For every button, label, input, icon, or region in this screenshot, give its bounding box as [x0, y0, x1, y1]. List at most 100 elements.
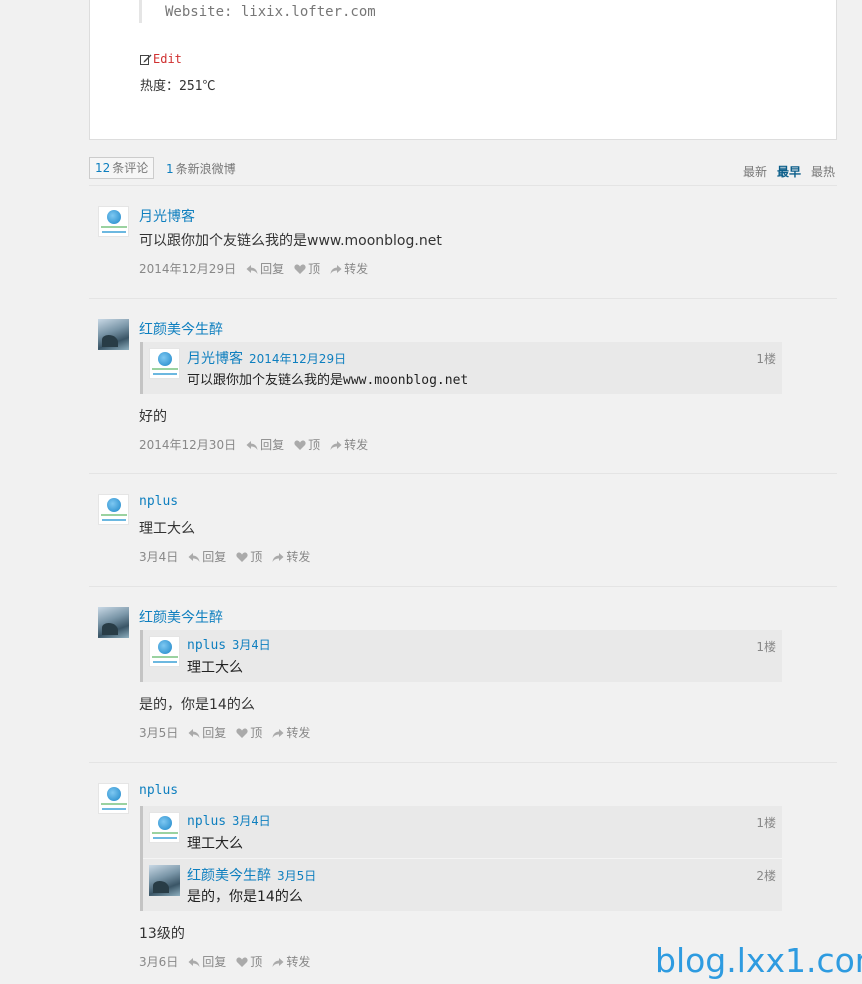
watermark: blog.lxx1.com	[655, 941, 862, 980]
comment-item: 月光博客 可以跟你加个友链么我的是www.moonblog.net 2014年1…	[89, 186, 837, 299]
forward-button[interactable]: 转发	[272, 724, 310, 741]
comment-item: 红颜美今生醉 月光博客 2014年12月29日 可以跟你加个友链么我的是www.m…	[89, 299, 837, 474]
quoted-author[interactable]: 月光博客 2014年12月29日	[187, 348, 346, 368]
quoted-author-name: 红颜美今生醉	[187, 868, 271, 884]
forward-label: 转发	[286, 955, 311, 969]
quoted-text: 理工大么	[187, 660, 243, 676]
comment-meta: 3月6日 回复 顶 转发	[139, 953, 310, 970]
avatar[interactable]	[98, 607, 129, 638]
avatar[interactable]	[98, 319, 129, 350]
like-label: 顶	[308, 262, 321, 276]
reply-button[interactable]: 回复	[188, 953, 226, 970]
tab-weibo[interactable]: 1 条新浪微博	[166, 160, 236, 177]
reply-label: 回复	[202, 726, 227, 740]
comment-date: 2014年12月30日	[139, 438, 237, 452]
quoted-date: 3月4日	[232, 638, 271, 652]
like-label: 顶	[250, 550, 263, 564]
like-button[interactable]: 顶	[294, 260, 320, 277]
forward-button[interactable]: 转发	[330, 436, 368, 453]
website-text: Website: lixix.lofter.com	[165, 4, 376, 20]
comment-meta: 2014年12月30日 回复 顶 转发	[139, 436, 368, 453]
forward-icon	[272, 728, 284, 738]
weibo-label: 条新浪微博	[175, 162, 236, 176]
forward-button[interactable]: 转发	[272, 953, 310, 970]
quoted-author-name: nplus	[187, 814, 227, 829]
comment-author[interactable]: 红颜美今生醉	[139, 319, 223, 339]
quoted-date: 3月5日	[277, 869, 317, 883]
quoted-author[interactable]: nplus 3月4日	[187, 812, 271, 829]
comment-author[interactable]: 红颜美今生醉	[139, 607, 223, 627]
quoted-comment: nplus 3月4日 理工大么 1楼	[143, 630, 782, 682]
reply-label: 回复	[260, 438, 285, 452]
like-label: 顶	[308, 438, 321, 452]
forward-label: 转发	[344, 438, 369, 452]
avatar[interactable]	[149, 348, 180, 379]
forward-icon	[330, 264, 342, 274]
quoted-text: 可以跟你加个友链么我的是www.moonblog.net	[187, 373, 469, 388]
floor-number: 2楼	[756, 869, 776, 883]
forward-label: 转发	[344, 262, 369, 276]
comment-author[interactable]: nplus	[139, 494, 178, 509]
forward-label: 转发	[286, 726, 311, 740]
comment-item: 红颜美今生醉 nplus 3月4日 理工大么 1楼 是的，你是14的么 3月5日 …	[89, 587, 837, 763]
reply-button[interactable]: 回复	[246, 436, 284, 453]
forward-icon	[272, 957, 284, 967]
edit-icon	[140, 54, 152, 65]
tab-comments[interactable]: 12 条评论	[89, 157, 155, 179]
forward-icon	[272, 552, 284, 562]
comments-count: 12	[95, 161, 111, 175]
reply-button[interactable]: 回复	[188, 724, 226, 741]
heart-icon	[236, 727, 248, 738]
like-button[interactable]: 顶	[236, 548, 262, 565]
forward-label: 转发	[286, 550, 311, 564]
forward-button[interactable]: 转发	[272, 548, 310, 565]
like-label: 顶	[250, 955, 263, 969]
weibo-count: 1	[166, 162, 174, 176]
reply-button[interactable]: 回复	[188, 548, 226, 565]
avatar[interactable]	[98, 494, 129, 525]
comment-meta: 3月5日 回复 顶 转发	[139, 724, 310, 741]
like-button[interactable]: 顶	[236, 953, 262, 970]
comment-author[interactable]: 月光博客	[139, 206, 195, 226]
quoted-comments: nplus 3月4日 理工大么 1楼	[140, 630, 782, 682]
quoted-author[interactable]: nplus 3月4日	[187, 636, 271, 653]
quoted-author-name: nplus	[187, 638, 227, 653]
sort-newest[interactable]: 最新	[743, 163, 767, 180]
quoted-text: 是的，你是14的么	[187, 889, 303, 905]
comment-text: 理工大么	[139, 521, 195, 537]
quoted-comments: 月光博客 2014年12月29日 可以跟你加个友链么我的是www.moonblog…	[140, 342, 782, 394]
avatar[interactable]	[149, 812, 180, 843]
reply-button[interactable]: 回复	[246, 260, 284, 277]
reply-icon	[188, 957, 200, 967]
comment-text: 13级的	[139, 926, 185, 942]
quoted-date: 3月4日	[232, 814, 271, 828]
avatar[interactable]	[98, 206, 129, 237]
avatar[interactable]	[98, 783, 129, 814]
quoted-author[interactable]: 红颜美今生醉 3月5日	[187, 865, 316, 885]
forward-button[interactable]: 转发	[330, 260, 368, 277]
comment-item: nplus 理工大么 3月4日 回复 顶 转发	[89, 474, 837, 587]
comment-meta: 2014年12月29日 回复 顶 转发	[139, 260, 368, 277]
sort-earliest[interactable]: 最早	[777, 163, 801, 180]
comment-author[interactable]: nplus	[139, 783, 178, 798]
quoted-comment: 红颜美今生醉 3月5日 是的，你是14的么 2楼	[143, 858, 782, 911]
reply-icon	[246, 440, 258, 450]
like-label: 顶	[250, 726, 263, 740]
heart-icon	[294, 439, 306, 450]
heart-icon	[236, 956, 248, 967]
like-button[interactable]: 顶	[294, 436, 320, 453]
quoted-comments: nplus 3月4日 理工大么 1楼 红颜美今生醉 3月5日 是的，你是14的么 2…	[140, 806, 782, 911]
like-button[interactable]: 顶	[236, 724, 262, 741]
post-card: Website: lixix.lofter.com Edit 热度：251℃	[89, 0, 837, 140]
comment-text: 是的，你是14的么	[139, 697, 255, 713]
edit-link[interactable]: Edit	[140, 52, 182, 66]
comments-label: 条评论	[112, 161, 149, 175]
sort-hottest[interactable]: 最热	[811, 163, 835, 180]
forward-icon	[330, 440, 342, 450]
reply-icon	[246, 264, 258, 274]
reply-label: 回复	[202, 550, 227, 564]
comments-tab-bar: 12 条评论 1 条新浪微博 最新 最早 最热	[89, 157, 837, 186]
avatar[interactable]	[149, 865, 180, 896]
quoted-date: 2014年12月29日	[249, 352, 347, 366]
avatar[interactable]	[149, 636, 180, 667]
